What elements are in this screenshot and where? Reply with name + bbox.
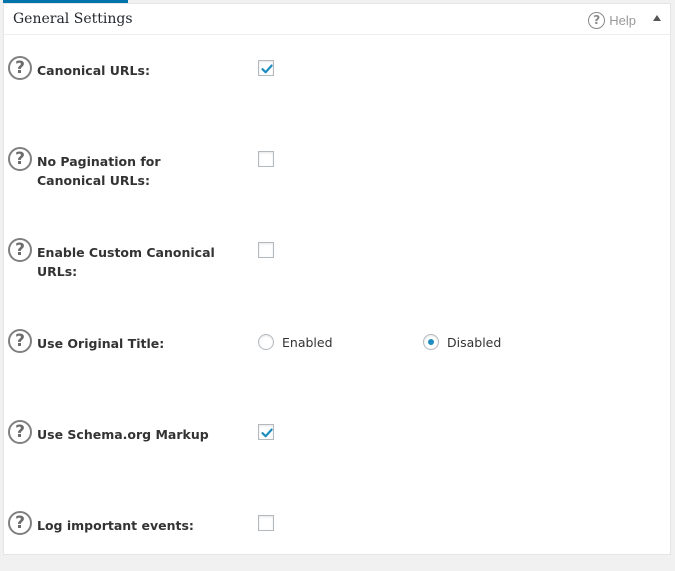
general-settings-panel: General Settings ? Help ? Canonical URLs…: [3, 3, 671, 555]
setting-label: Canonical URLs:: [37, 63, 150, 78]
help-question-icon[interactable]: ?: [8, 511, 32, 535]
canonical-urls-checkbox[interactable]: [258, 60, 274, 76]
setting-label: Use Schema.org Markup: [37, 427, 209, 442]
setting-row-original-title: ? Use Original Title: Enabled Disabled: [4, 329, 670, 389]
checkmark-icon: [261, 428, 273, 438]
collapse-arrow-icon[interactable]: [653, 15, 661, 21]
checkmark-icon: [261, 64, 273, 74]
setting-row-schema-markup: ? Use Schema.org Markup: [4, 420, 670, 480]
setting-row-log-events: ? Log important events:: [4, 511, 670, 571]
setting-label: Enable Custom Canonical URLs:: [37, 245, 215, 279]
schema-markup-checkbox[interactable]: [258, 424, 274, 440]
setting-row-custom-canonical: ? Enable Custom Canonical URLs:: [4, 238, 670, 298]
setting-row-canonical-urls: ? Canonical URLs:: [4, 56, 670, 116]
custom-canonical-checkbox[interactable]: [258, 242, 274, 258]
setting-row-no-pagination: ? No Pagination for Canonical URLs:: [4, 147, 670, 207]
setting-label: Log important events:: [37, 518, 194, 533]
setting-label: Use Original Title:: [37, 336, 165, 351]
log-events-checkbox[interactable]: [258, 515, 274, 531]
panel-title: General Settings: [13, 11, 133, 27]
help-toggle[interactable]: ? Help: [588, 10, 636, 30]
radio-label: Enabled: [282, 334, 333, 350]
help-question-icon[interactable]: ?: [8, 420, 32, 444]
help-question-icon[interactable]: ?: [8, 147, 32, 171]
help-label: Help: [609, 12, 636, 28]
question-circle-icon: ?: [588, 11, 606, 29]
no-pagination-checkbox[interactable]: [258, 151, 274, 167]
help-question-icon[interactable]: ?: [8, 56, 32, 80]
original-title-disabled-option[interactable]: Disabled: [423, 334, 501, 350]
panel-header: General Settings ? Help: [4, 4, 670, 35]
original-title-disabled-radio[interactable]: [423, 334, 439, 350]
original-title-enabled-radio[interactable]: [258, 334, 274, 350]
radio-label: Disabled: [447, 334, 502, 350]
help-question-icon[interactable]: ?: [8, 238, 32, 262]
help-question-icon[interactable]: ?: [8, 329, 32, 353]
original-title-enabled-option[interactable]: Enabled: [258, 334, 333, 350]
setting-label: No Pagination for Canonical URLs:: [37, 154, 161, 188]
